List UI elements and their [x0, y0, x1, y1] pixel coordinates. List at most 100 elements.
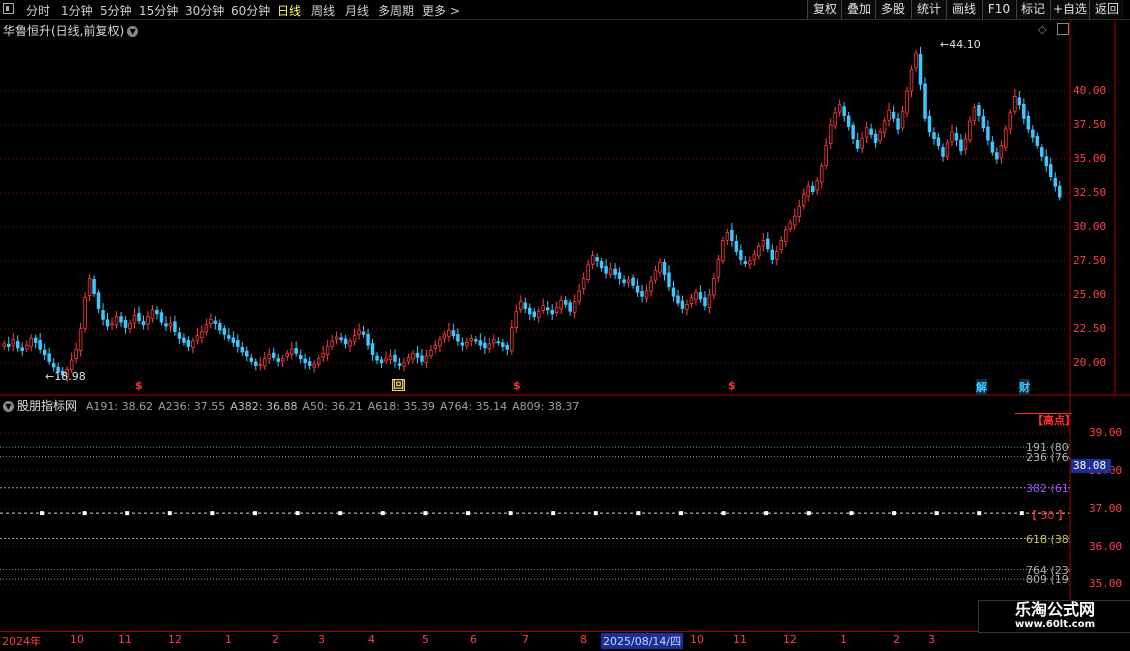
indicator-name: 股朋指标网: [17, 399, 78, 413]
candle-body: [541, 305, 545, 311]
candle-body: [891, 111, 896, 119]
candle-body: [24, 344, 29, 350]
candle-body: [487, 343, 492, 350]
event-marker[interactable]: 解: [976, 379, 987, 395]
date-label[interactable]: 12: [783, 633, 797, 646]
date-label[interactable]: 5: [422, 633, 429, 646]
date-label[interactable]: 11: [733, 633, 747, 646]
candle-body: [245, 350, 249, 357]
date-label[interactable]: 8: [580, 633, 587, 646]
indicator-title[interactable]: ▼ 股朋指标网 A191: 38.62 A236: 37.55 A382: 36.88…: [3, 397, 579, 414]
date-label[interactable]: 2: [893, 633, 900, 646]
watermark-title: 乐淘公式网: [1014, 600, 1095, 619]
date-label[interactable]: 4: [368, 633, 375, 646]
candle-body: [159, 312, 164, 323]
candle-body: [312, 363, 316, 368]
candle-body: [599, 260, 604, 269]
candle-body: [240, 346, 245, 353]
candle-body: [833, 112, 837, 127]
candle-body: [263, 358, 267, 367]
watermark: 乐淘公式网 www.60lt.com: [978, 600, 1130, 633]
date-axis[interactable]: 2024年 10 11 12 1 2 3 4 5 6 7 8 2025/08/14/四 10 11 12 1 2 3: [0, 631, 1130, 651]
indicator-y-tick: 35.00: [1089, 577, 1123, 591]
candle-body: [617, 272, 622, 280]
side-info-panel: [1118, 22, 1130, 394]
kline-chart[interactable]: [0, 0, 1130, 650]
candle-body: [186, 340, 191, 347]
candle-body: [1022, 103, 1026, 119]
fib-level-label: 【 50 】: [1026, 509, 1069, 523]
fib-50-dot: [338, 511, 343, 516]
date-label[interactable]: 11: [118, 633, 132, 646]
candle-body: [280, 358, 285, 362]
candle-body: [74, 348, 78, 359]
y-tick-label: 40.00: [1073, 84, 1107, 98]
candle-body: [469, 337, 474, 342]
candle-body: [96, 292, 101, 309]
candle-body: [999, 145, 1004, 159]
candle-body: [559, 299, 563, 310]
date-label[interactable]: 2024年: [2, 633, 41, 649]
candle-body: [842, 106, 846, 116]
date-label[interactable]: 10: [70, 633, 84, 646]
candle-body: [227, 335, 231, 339]
candle-body: [294, 348, 298, 354]
date-label[interactable]: 3: [928, 633, 935, 646]
event-marker[interactable]: 财: [1019, 379, 1030, 395]
candle-body: [254, 361, 258, 366]
candle-body: [42, 349, 47, 356]
indicator-value: A618: 35.39: [367, 400, 435, 413]
candle-body: [1044, 156, 1049, 167]
candle-body: [716, 259, 721, 278]
fib-50-dot: [636, 511, 641, 516]
candle-body: [968, 120, 972, 141]
candle-body: [51, 363, 56, 368]
candle-body: [267, 354, 271, 360]
event-marker[interactable]: $: [135, 379, 143, 392]
candle-body: [78, 328, 83, 351]
date-label[interactable]: 10: [690, 633, 704, 646]
event-marker[interactable]: 回: [392, 379, 405, 391]
candle-body: [676, 295, 680, 304]
candle-body: [258, 363, 263, 366]
candle-body: [1058, 185, 1062, 198]
date-label[interactable]: 3: [318, 633, 325, 646]
date-label[interactable]: 7: [522, 633, 529, 646]
fib-50-dot: [82, 511, 87, 516]
candle-body: [15, 340, 20, 349]
indicator-values: A191: 38.62 A236: 37.55 A382: 36.88 A50: 36…: [81, 399, 580, 413]
candle-body: [195, 335, 200, 341]
event-marker[interactable]: $: [513, 379, 521, 392]
candle-body: [671, 287, 676, 297]
chevron-down-icon[interactable]: ▼: [3, 401, 14, 412]
candle-body: [653, 270, 658, 281]
date-label[interactable]: 2: [272, 633, 279, 646]
date-label[interactable]: 2025/08/14/四: [601, 633, 684, 649]
candle-body: [303, 358, 307, 364]
y-tick-label: 37.50: [1073, 118, 1107, 132]
candle-body: [330, 340, 334, 347]
fib-50-dot: [934, 511, 939, 516]
date-label[interactable]: 12: [168, 633, 182, 646]
candle-body: [631, 277, 635, 286]
candle-body: [47, 353, 51, 362]
candle-body: [424, 355, 429, 364]
fib-50-dot: [167, 511, 172, 516]
candle-body: [568, 302, 572, 312]
candle-body: [519, 301, 523, 310]
event-marker[interactable]: $: [728, 379, 736, 392]
candle-body: [860, 138, 864, 149]
candle-body: [83, 297, 87, 329]
date-label[interactable]: 1: [225, 633, 232, 646]
candle-body: [936, 137, 941, 146]
candle-body: [343, 338, 348, 345]
candle-body: [119, 316, 123, 323]
indicator-value: A236: 37.55: [158, 400, 226, 413]
candle-body: [878, 131, 882, 142]
candle-body: [128, 323, 132, 330]
fib-50-dot: [849, 511, 854, 516]
date-label[interactable]: 6: [470, 633, 477, 646]
candle-body: [963, 138, 968, 150]
date-label[interactable]: 1: [840, 633, 847, 646]
candle-body: [914, 52, 918, 69]
